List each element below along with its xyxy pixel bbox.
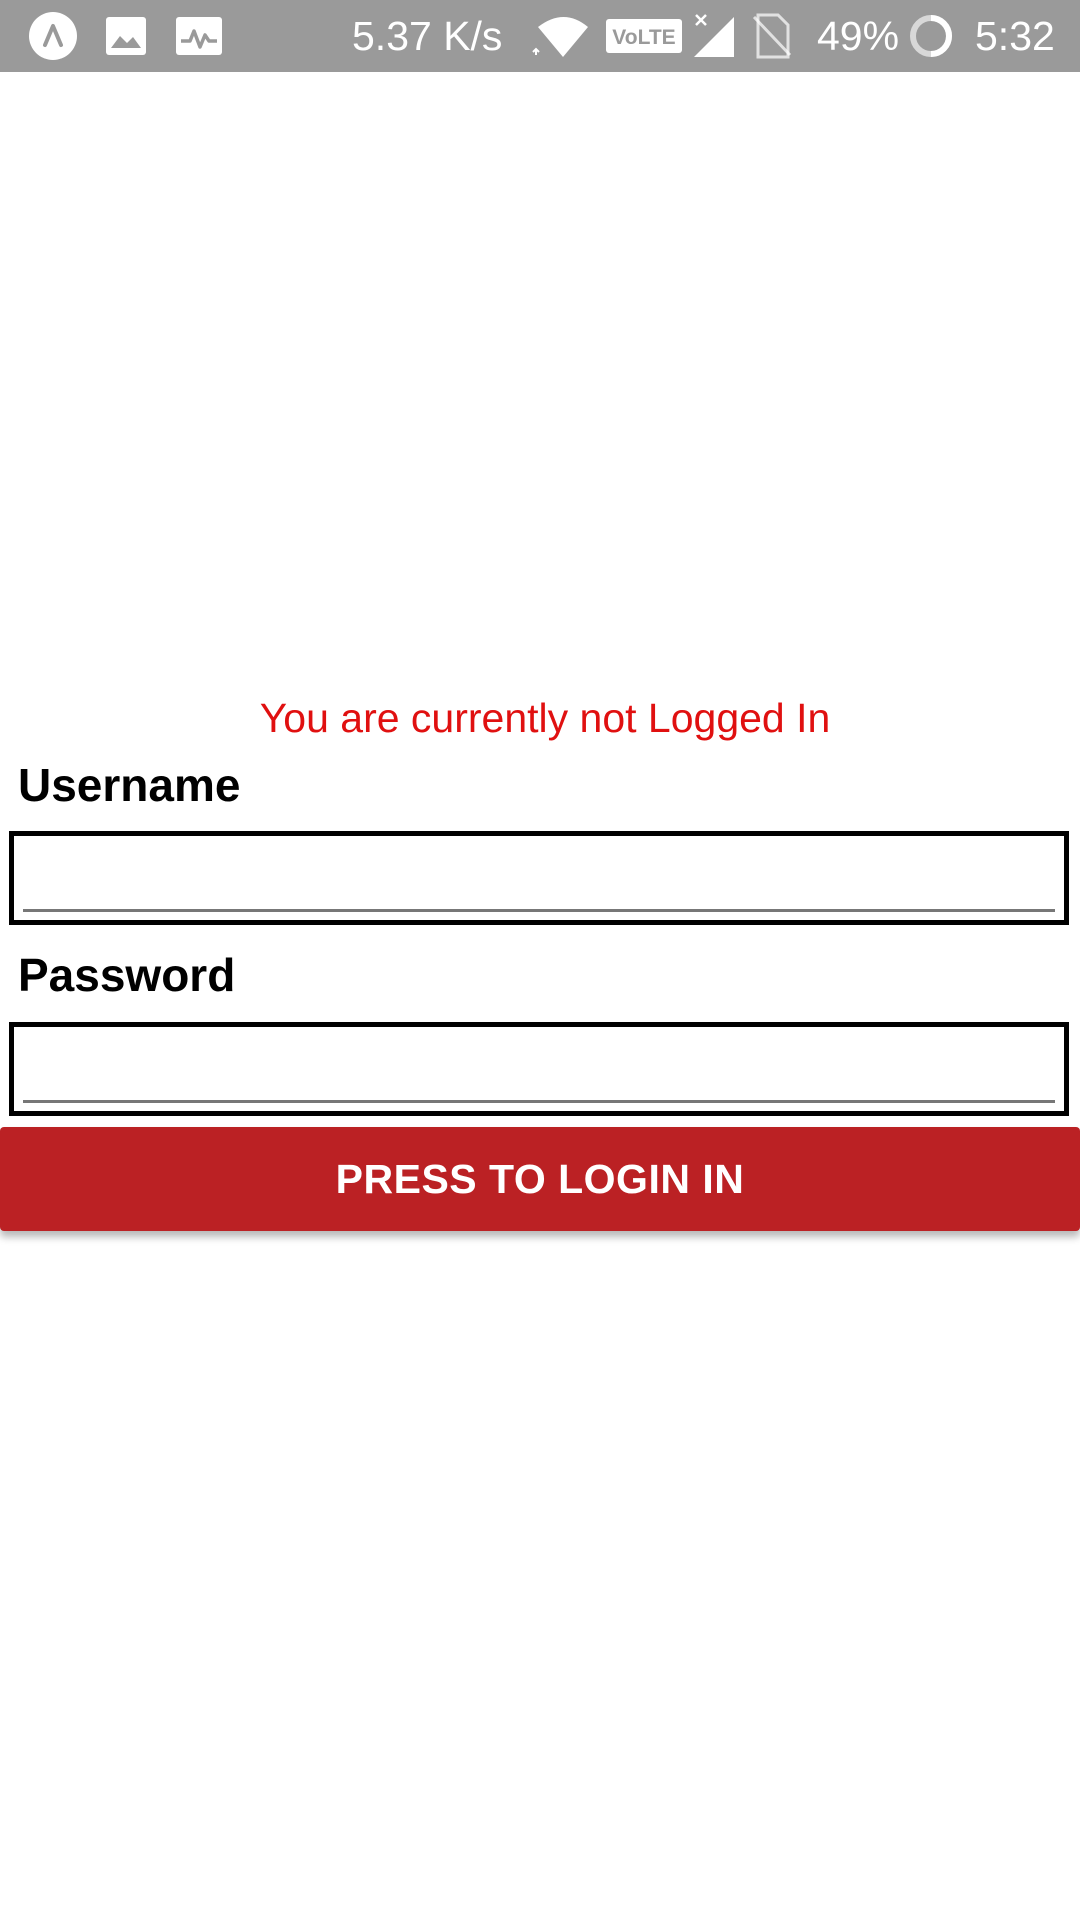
volte-label: VoLTE [612, 26, 675, 49]
username-input[interactable] [23, 842, 1055, 912]
volte-icon: VoLTE [606, 19, 682, 53]
battery-percent: 49% [817, 13, 900, 59]
activity-icon [176, 17, 222, 55]
login-button[interactable]: PRESS TO LOGIN IN [0, 1127, 1080, 1231]
network-speed: 5.37 K/s [352, 13, 503, 59]
image-icon [106, 17, 146, 55]
clock: 5:32 [975, 13, 1055, 59]
username-field-container [9, 831, 1069, 925]
username-label: Username [18, 759, 241, 811]
login-status-message: You are currently not Logged In [259, 695, 831, 741]
app-launcher-icon [29, 12, 77, 60]
signal-icon [694, 14, 734, 57]
password-input[interactable] [23, 1033, 1055, 1103]
wifi-icon [532, 17, 588, 57]
password-label: Password [18, 949, 236, 1001]
status-bar: 5.37 K/s VoLTE 49% 5:32 [0, 0, 1080, 72]
password-field-container [9, 1022, 1069, 1116]
no-sim-icon [752, 13, 792, 59]
battery-icon [910, 15, 952, 57]
